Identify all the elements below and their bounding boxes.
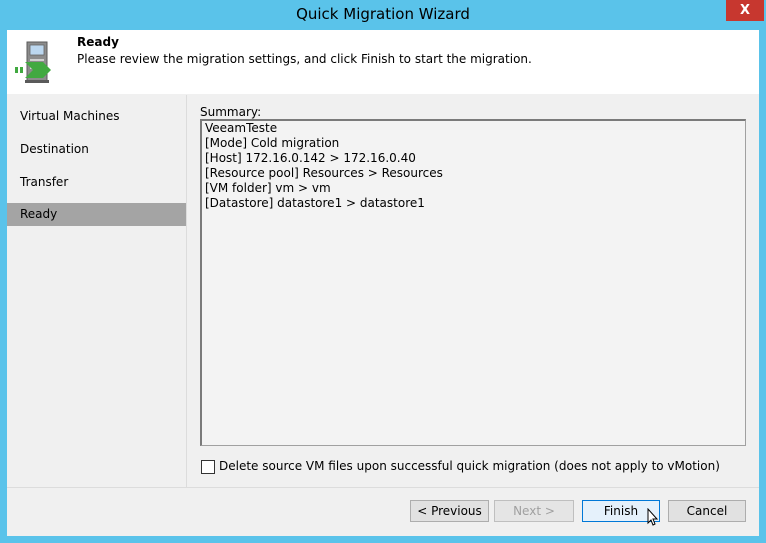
step-ready[interactable]: Ready: [7, 203, 186, 226]
steps-nav: Virtual Machines Destination Transfer Re…: [7, 95, 186, 487]
wizard-header: Ready Please review the migration settin…: [7, 30, 759, 94]
delete-source-checkbox[interactable]: [201, 460, 215, 474]
wizard-body: Ready Please review the migration settin…: [7, 30, 759, 536]
header-title: Ready: [77, 35, 119, 49]
summary-label: Summary:: [200, 105, 262, 119]
steps-divider: [186, 95, 187, 487]
summary-line: [Datastore] datastore1 > datastore1: [205, 196, 425, 210]
close-button[interactable]: X: [726, 0, 764, 21]
step-destination[interactable]: Destination: [7, 138, 186, 161]
step-virtual-machines[interactable]: Virtual Machines: [7, 105, 186, 128]
summary-line: [Resource pool] Resources > Resources: [205, 166, 443, 180]
delete-source-label[interactable]: Delete source VM files upon successful q…: [219, 459, 720, 473]
migration-icon: [15, 41, 51, 83]
cancel-button[interactable]: Cancel: [668, 500, 746, 522]
summary-line: [Mode] Cold migration: [205, 136, 340, 150]
header-description: Please review the migration settings, an…: [77, 52, 532, 66]
mouse-cursor-icon: [647, 508, 659, 526]
window-title: Quick Migration Wizard: [296, 5, 470, 23]
summary-line: VeeamTeste: [205, 121, 278, 135]
summary-textbox[interactable]: VeeamTeste [Mode] Cold migration [Host] …: [200, 119, 746, 446]
wizard-window: Quick Migration Wizard X Ready Please re…: [0, 0, 766, 543]
step-transfer[interactable]: Transfer: [7, 171, 186, 194]
next-button[interactable]: Next >: [494, 500, 574, 522]
close-icon: X: [739, 3, 751, 18]
summary-line: [VM folder] vm > vm: [205, 181, 331, 195]
title-bar[interactable]: Quick Migration Wizard X: [0, 0, 766, 30]
previous-button[interactable]: < Previous: [410, 500, 489, 522]
summary-line: [Host] 172.16.0.142 > 172.16.0.40: [205, 151, 416, 165]
footer-divider: [7, 487, 759, 488]
